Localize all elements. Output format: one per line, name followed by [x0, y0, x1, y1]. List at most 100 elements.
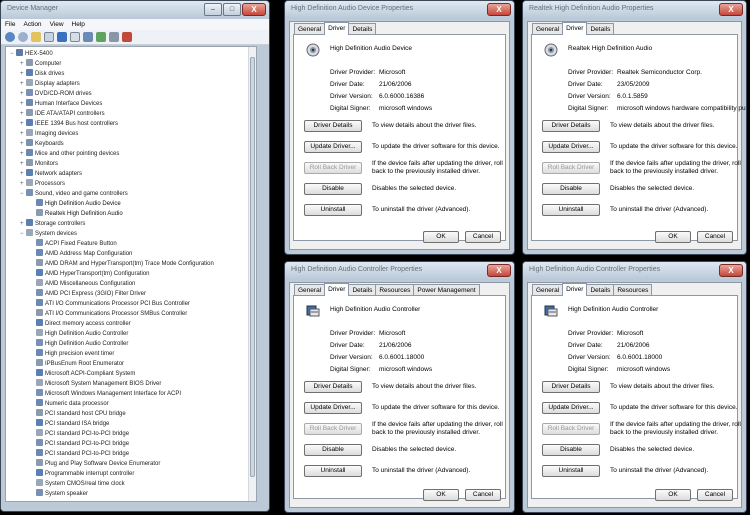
tree-item[interactable]: + IEEE 1394 Bus host controllers — [20, 119, 118, 129]
back-arrow-icon[interactable] — [5, 32, 15, 42]
menu-file[interactable]: File — [5, 19, 15, 30]
forward-arrow-icon[interactable] — [18, 32, 28, 42]
disable-button[interactable]: Disable — [304, 444, 362, 456]
tree-item[interactable]: High Definition Audio Controller — [30, 339, 128, 349]
tree-item[interactable]: ATI I/O Communications Processor SMBus C… — [30, 309, 187, 319]
driver-details-button[interactable]: Driver Details — [542, 120, 600, 132]
tree-item[interactable]: Realtek High Definition Audio — [30, 209, 123, 219]
close-button[interactable]: X — [487, 264, 511, 277]
uninstall-button[interactable]: Uninstall — [542, 465, 600, 477]
folder-icon[interactable] — [31, 32, 41, 42]
roll-back-driver-button[interactable]: Roll Back Driver — [304, 162, 362, 174]
close-button[interactable]: X — [719, 264, 743, 277]
tree-item[interactable]: PCI standard PCI-to-PCI bridge — [30, 429, 129, 439]
tree-item[interactable]: + Storage controllers — [20, 219, 85, 229]
scrollbar-thumb[interactable] — [250, 57, 255, 477]
vertical-scrollbar[interactable] — [248, 47, 256, 501]
tree-item[interactable]: Plug and Play Software Device Enumerator — [30, 459, 160, 469]
uninstall-button[interactable]: Uninstall — [304, 204, 362, 216]
tree-item[interactable]: + DVD/CD-ROM drives — [20, 89, 92, 99]
update-driver-button[interactable]: Update Driver... — [542, 141, 600, 153]
help-icon[interactable] — [57, 32, 67, 42]
tree-item[interactable]: AMD HyperTransport(tm) Configuration — [30, 269, 149, 279]
disable-icon[interactable] — [109, 32, 119, 42]
tree-item[interactable]: AMD DRAM and HyperTransport(tm) Trace Mo… — [30, 259, 214, 269]
dialog-titlebar[interactable]: Realtek High Definition Audio Properties… — [523, 1, 746, 19]
tree-item[interactable]: + Mice and other pointing devices — [20, 149, 119, 159]
tree-item[interactable]: − HEX-5400 — [10, 49, 53, 59]
update-driver-button[interactable]: Update Driver... — [304, 402, 362, 414]
tree-item[interactable]: AMD PCI Express (3GIO) Filter Driver — [30, 289, 146, 299]
driver-details-button[interactable]: Driver Details — [304, 381, 362, 393]
minimize-button[interactable]: – — [204, 3, 222, 16]
tree-item[interactable]: + Imaging devices — [20, 129, 78, 139]
ok-button[interactable]: OK — [423, 231, 459, 243]
tree-item[interactable]: Microsoft Windows Management Interface f… — [30, 389, 181, 399]
tree-item[interactable]: Direct memory access controller — [30, 319, 131, 329]
dialog-titlebar[interactable]: High Definition Audio Controller Propert… — [523, 262, 746, 280]
disable-button[interactable]: Disable — [542, 444, 600, 456]
menu-action[interactable]: Action — [23, 19, 41, 30]
tab-driver[interactable]: Driver — [562, 283, 588, 296]
properties-icon[interactable] — [44, 32, 54, 42]
tree-item[interactable]: AMD Miscellaneous Configuration — [30, 279, 135, 289]
menu-help[interactable]: Help — [72, 19, 85, 30]
cancel-button[interactable]: Cancel — [697, 231, 733, 243]
tree-item[interactable]: AMD Address Map Configuration — [30, 249, 132, 259]
driver-details-button[interactable]: Driver Details — [304, 120, 362, 132]
update-driver-icon[interactable] — [96, 32, 106, 42]
tree-item[interactable]: PCI standard host CPU bridge — [30, 409, 126, 419]
device-manager-titlebar[interactable]: Device Manager – □ X — [1, 1, 269, 19]
tree-item[interactable]: ACPI Fixed Feature Button — [30, 239, 117, 249]
tree-item[interactable]: + IDE ATA/ATAPI controllers — [20, 109, 105, 119]
close-button[interactable]: X — [487, 3, 511, 16]
tree-item[interactable]: + Disk drives — [20, 69, 64, 79]
disable-button[interactable]: Disable — [304, 183, 362, 195]
tree-item[interactable]: PCI standard PCI-to-PCI bridge — [30, 439, 129, 449]
tree-item[interactable]: Microsoft System Management BIOS Driver — [30, 379, 161, 389]
disable-button[interactable]: Disable — [542, 183, 600, 195]
driver-details-button[interactable]: Driver Details — [542, 381, 600, 393]
uninstall-icon[interactable] — [122, 32, 132, 42]
tree-item[interactable]: + Display adapters — [20, 79, 80, 89]
tree-item[interactable]: PCI standard ISA bridge — [30, 419, 109, 429]
tree-item[interactable]: IPBusEnum Root Enumerator — [30, 359, 124, 369]
view-icon[interactable] — [70, 32, 80, 42]
scan-hardware-icon[interactable] — [83, 32, 93, 42]
tree-item[interactable]: Numeric data processor — [30, 399, 109, 409]
cancel-button[interactable]: Cancel — [465, 489, 501, 501]
tree-item[interactable]: + Processors — [20, 179, 65, 189]
tree-item[interactable]: High precision event timer — [30, 349, 114, 359]
tree-item[interactable]: + Monitors — [20, 159, 58, 169]
tree-item[interactable]: ATI I/O Communications Processor PCI Bus… — [30, 299, 190, 309]
roll-back-driver-button[interactable]: Roll Back Driver — [542, 162, 600, 174]
ok-button[interactable]: OK — [655, 489, 691, 501]
ok-button[interactable]: OK — [423, 489, 459, 501]
tab-driver[interactable]: Driver — [324, 22, 350, 35]
roll-back-driver-button[interactable]: Roll Back Driver — [304, 423, 362, 435]
cancel-button[interactable]: Cancel — [465, 231, 501, 243]
dialog-titlebar[interactable]: High Definition Audio Device Properties … — [285, 1, 514, 19]
tree-item[interactable]: − System devices — [20, 229, 77, 239]
tree-item[interactable]: + Keyboards — [20, 139, 64, 149]
roll-back-driver-button[interactable]: Roll Back Driver — [542, 423, 600, 435]
dialog-titlebar[interactable]: High Definition Audio Controller Propert… — [285, 262, 514, 280]
ok-button[interactable]: OK — [655, 231, 691, 243]
tree-item[interactable]: Microsoft ACPI-Compliant System — [30, 369, 135, 379]
tree-item[interactable]: PCI standard PCI-to-PCI bridge — [30, 449, 129, 459]
tree-item[interactable]: + Network adapters — [20, 169, 82, 179]
cancel-button[interactable]: Cancel — [697, 489, 733, 501]
maximize-button[interactable]: □ — [223, 3, 241, 16]
uninstall-button[interactable]: Uninstall — [542, 204, 600, 216]
tree-item[interactable]: High Definition Audio Device — [30, 199, 121, 209]
menu-view[interactable]: View — [50, 19, 64, 30]
close-button[interactable]: X — [242, 3, 266, 16]
tree-item[interactable]: Programmable interrupt controller — [30, 469, 134, 479]
tree-item[interactable]: + Human Interface Devices — [20, 99, 102, 109]
tab-driver[interactable]: Driver — [324, 283, 350, 296]
tree-item[interactable]: High Definition Audio Controller — [30, 329, 128, 339]
uninstall-button[interactable]: Uninstall — [304, 465, 362, 477]
update-driver-button[interactable]: Update Driver... — [304, 141, 362, 153]
tree-item[interactable]: System CMOS/real time clock — [30, 479, 125, 489]
close-button[interactable]: X — [719, 3, 743, 16]
